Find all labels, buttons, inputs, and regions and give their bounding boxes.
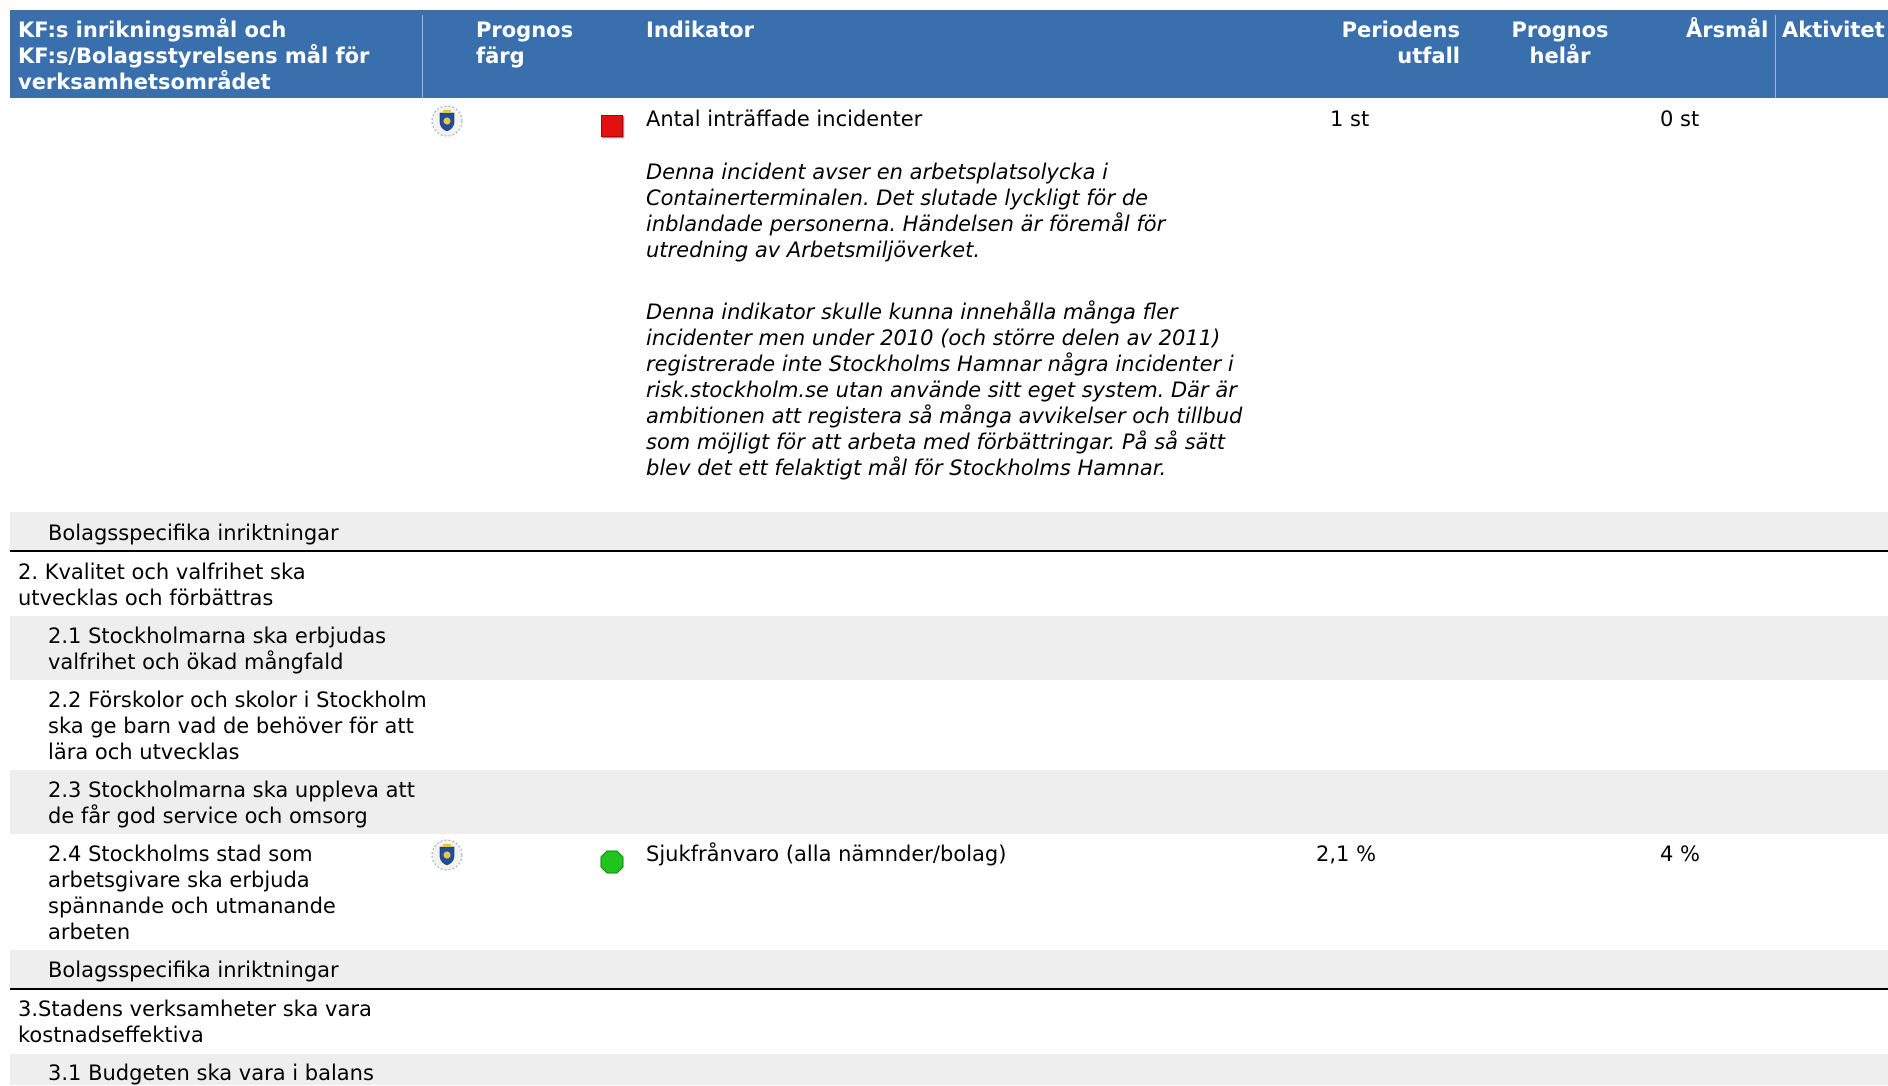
period-outcome: 1 st [1330, 107, 1370, 131]
period-outcome: 2,1 % [1316, 842, 1377, 866]
annual-target: 4 % [1660, 842, 1700, 866]
table-row: Bolagsspecifika inriktningar [10, 512, 1888, 550]
header-divider [422, 15, 423, 98]
header-prognos-helar: Prognos helår [1511, 18, 1609, 68]
header-prognos-farg: Prognos färg [476, 18, 574, 68]
table-row: 2.2 Förskolor och skolor i Stockholm ska… [10, 680, 1888, 770]
goal-label: 2.3 Stockholmarna ska uppleva att de får… [48, 778, 415, 828]
header-arsmal: Årsmål [1686, 18, 1769, 42]
header-divider [1775, 15, 1776, 98]
header-periodens-utfall: Periodens utfall [1341, 18, 1460, 68]
report-page: KF:s inrikningsmål och KF:s/Bolagsstyrel… [0, 0, 1888, 1085]
table-row: 2.3 Stockholmarna ska uppleva att de får… [10, 770, 1888, 834]
table-row: 3.1 Budgeten ska vara i balans [10, 1054, 1888, 1085]
indicator-name: Sjukfrånvaro (alla nämnder/bolag) [646, 842, 1007, 866]
table-header: KF:s inrikningsmål och KF:s/Bolagsstyrel… [10, 10, 1888, 98]
indicator-comment: Denna incident avser en arbetsplatsolyck… [646, 160, 1166, 262]
stockholm-crest-icon [431, 105, 463, 137]
table-row: Bolagsspecifika inriktningar [10, 950, 1888, 988]
goal-label: 2.4 Stockholms stad som arbetsgivare ska… [48, 842, 336, 944]
goal-label: 3.1 Budgeten ska vara i balans [48, 1061, 374, 1085]
row-label: Bolagsspecifika inriktningar [48, 958, 339, 982]
table-row: Antal inträffade incidenter 1 st 0 st De… [10, 98, 1888, 512]
table-row: 3.Stadens verksamheter ska vara kostnads… [10, 990, 1888, 1054]
header-aktivitet: Aktivitet [1782, 18, 1885, 42]
indicator-name: Antal inträffade incidenter [646, 107, 923, 131]
header-indikator: Indikator [646, 18, 754, 42]
indicator-comment: Denna indikator skulle kunna innehålla m… [646, 300, 1243, 480]
goal-label: 2.2 Förskolor och skolor i Stockholm ska… [48, 688, 427, 764]
goal-label: 2.1 Stockholmarna ska erbjudas valfrihet… [48, 624, 387, 674]
goal-label: 3.Stadens verksamheter ska vara kostnads… [18, 997, 372, 1047]
table-row: 2.1 Stockholmarna ska erbjudas valfrihet… [10, 616, 1888, 680]
row-label: Bolagsspecifika inriktningar [48, 521, 339, 545]
annual-target: 0 st [1660, 107, 1700, 131]
header-goal: KF:s inrikningsmål och KF:s/Bolagsstyrel… [18, 18, 370, 94]
table-row: 2. Kvalitet och valfrihet ska utvecklas … [10, 552, 1888, 616]
goal-label: 2. Kvalitet och valfrihet ska utvecklas … [18, 560, 306, 610]
stockholm-crest-icon [431, 839, 463, 871]
status-red-square-icon [601, 115, 623, 137]
table-row: 2.4 Stockholms stad som arbetsgivare ska… [10, 834, 1888, 950]
status-green-octagon-icon [600, 850, 624, 874]
